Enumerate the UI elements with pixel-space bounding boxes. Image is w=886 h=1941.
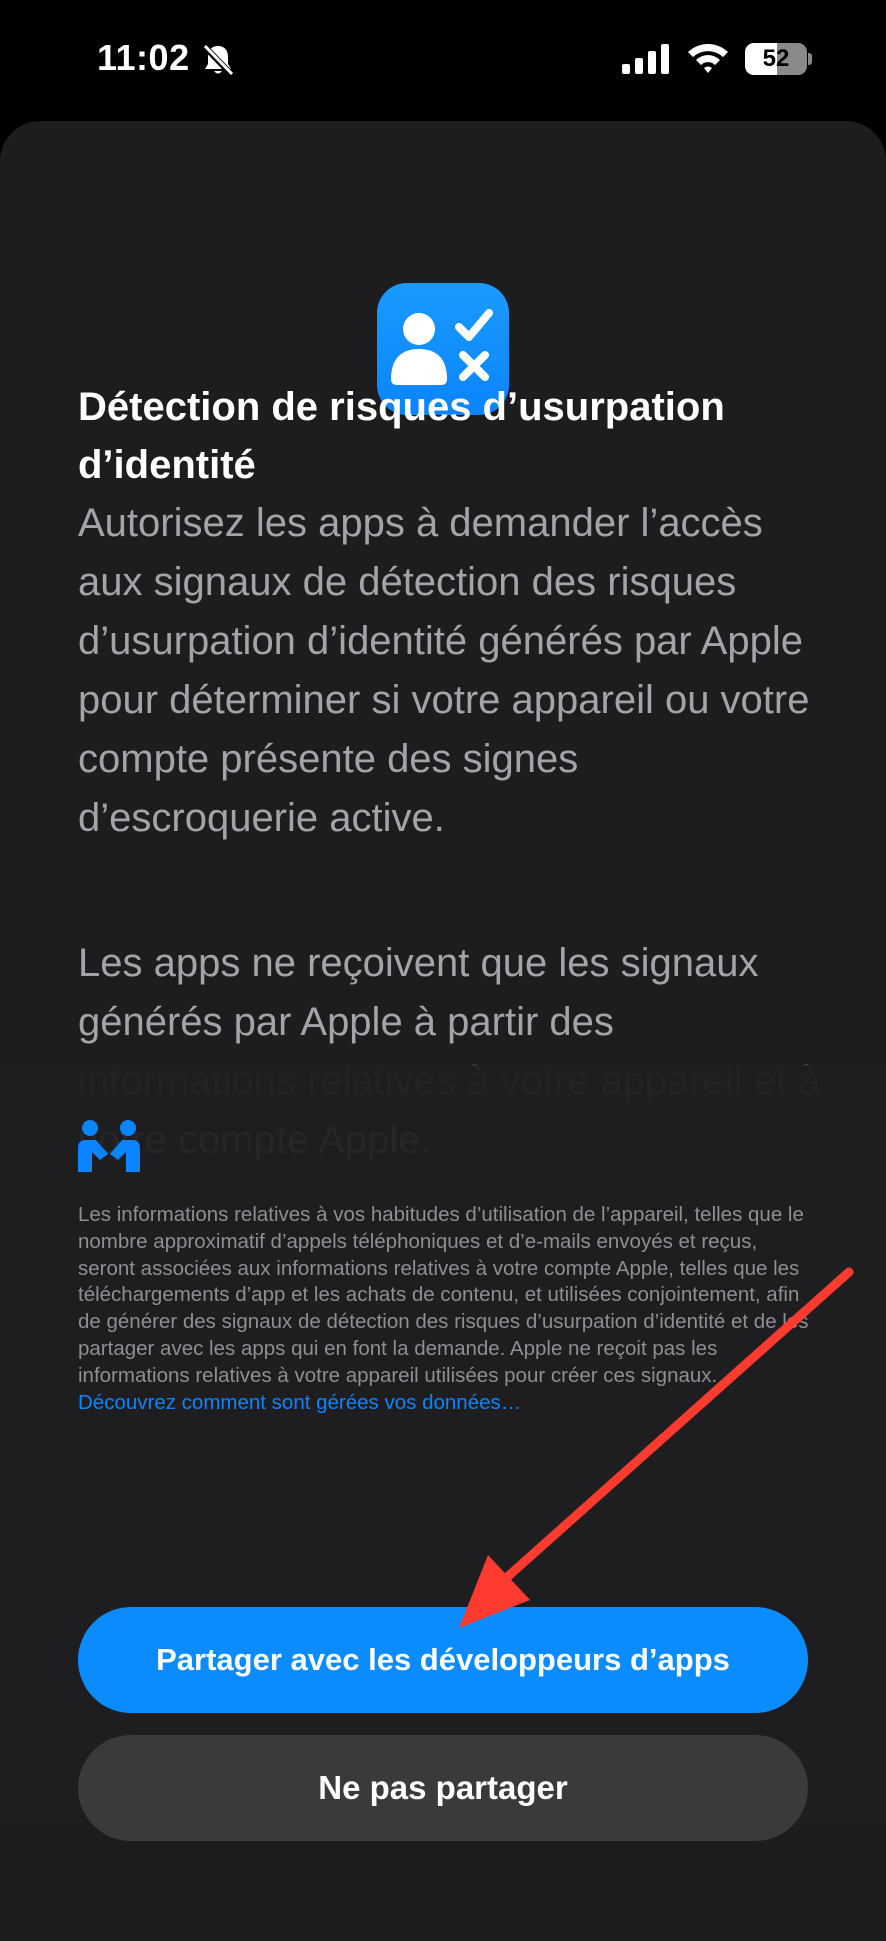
sheet-title: Détection de risques d’usurpation d’iden…	[78, 385, 725, 487]
privacy-notice: Les informations relatives à vos habitud…	[78, 1202, 810, 1416]
learn-more-link[interactable]: Découvrez comment sont gérées vos donnée…	[78, 1391, 521, 1414]
privacy-handshake-icon	[78, 1120, 140, 1172]
battery-nub	[808, 53, 812, 65]
battery-percent: 52	[762, 45, 790, 72]
cellular-signal-icon	[622, 44, 669, 74]
wifi-icon	[688, 44, 728, 73]
bell-slash-icon	[201, 43, 235, 78]
share-with-developers-button[interactable]: Partager avec les développeurs d’apps	[78, 1607, 808, 1713]
battery-icon: 52	[745, 43, 807, 75]
description-paragraph: Autorisez les apps à demander l’accès au…	[78, 501, 810, 840]
status-time: 11:02	[97, 37, 190, 78]
status-bar: 11:02 52	[0, 0, 886, 120]
dont-share-button[interactable]: Ne pas partager	[78, 1735, 808, 1841]
privacy-text: Les informations relatives à vos habitud…	[78, 1203, 809, 1387]
